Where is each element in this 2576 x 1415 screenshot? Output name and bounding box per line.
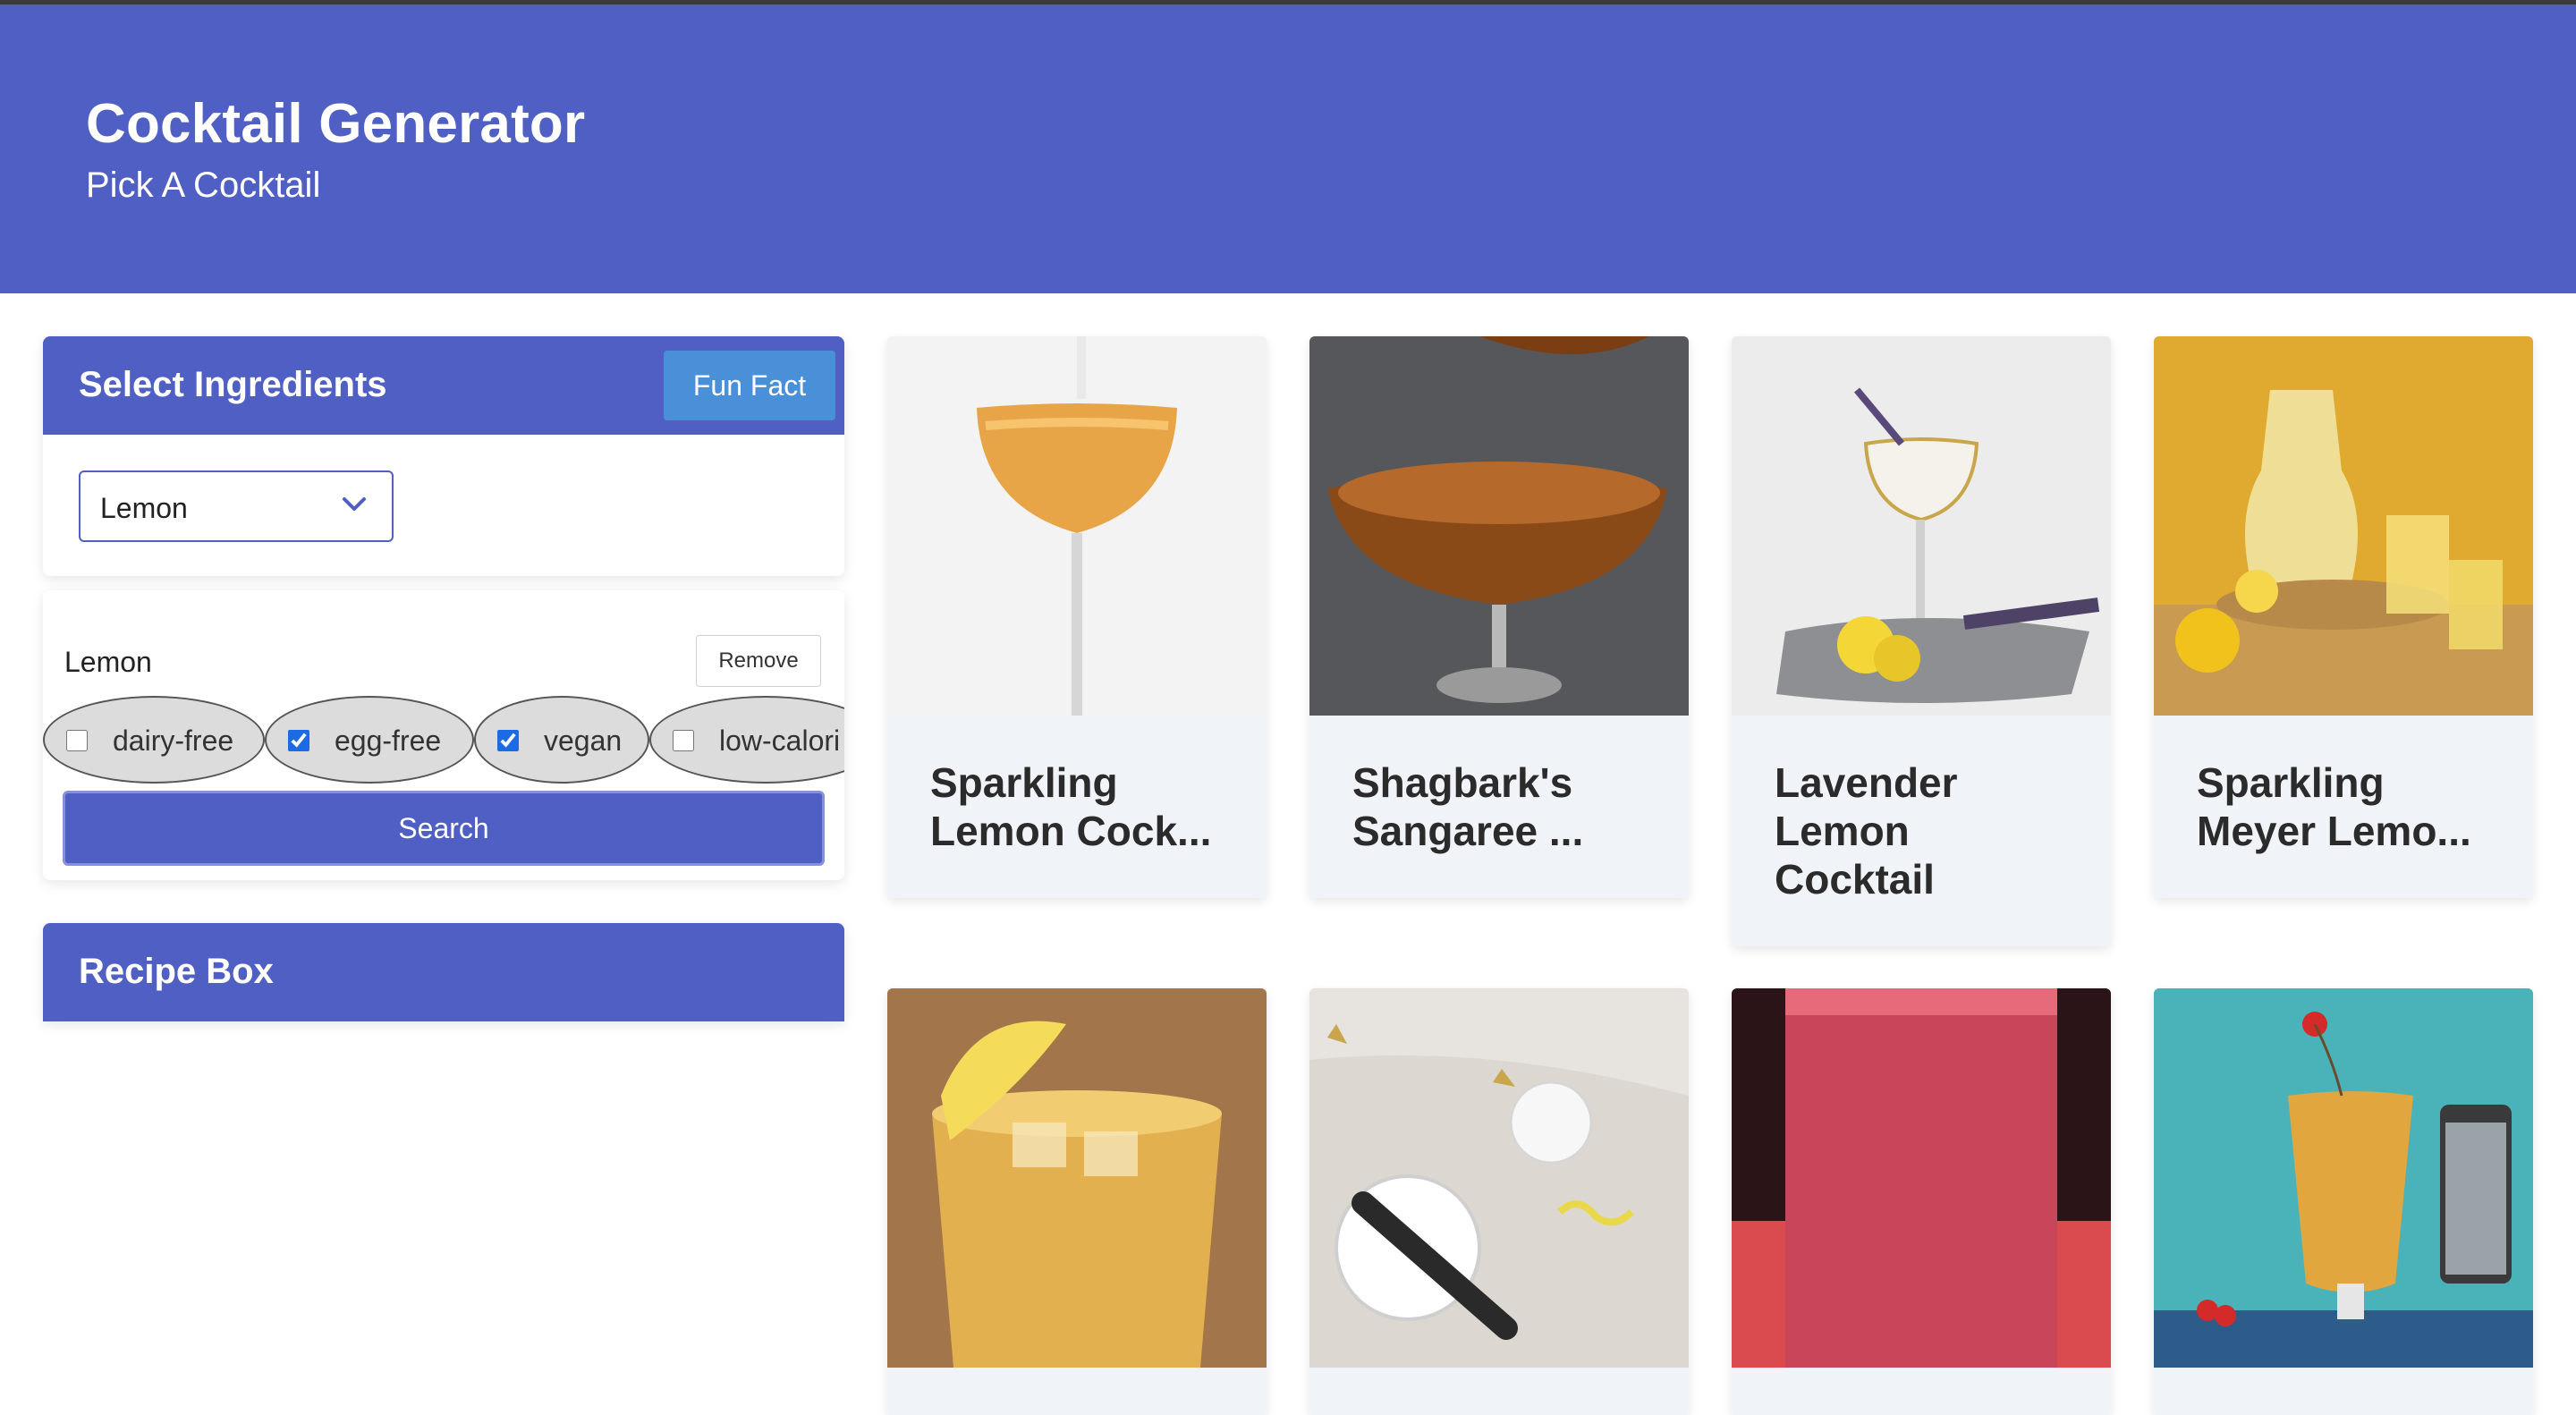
cocktail-photo: [887, 988, 1267, 1368]
selected-ingredient-label: Lemon: [64, 646, 152, 678]
cocktail-photo: [1309, 988, 1689, 1368]
vegan-checkbox[interactable]: [497, 730, 519, 751]
cocktail-photo: [2154, 336, 2533, 716]
cocktail-card-7[interactable]: [1732, 988, 2111, 1415]
cocktail-card-sparkling-lemon[interactable]: Sparkling Lemon Cock...: [887, 336, 1267, 898]
cocktail-name-line: Lavender: [1775, 759, 1958, 806]
fun-fact-button[interactable]: Fun Fact: [664, 351, 835, 420]
chevron-down-icon: [343, 497, 366, 511]
diet-option-dairy-free[interactable]: dairy-free: [43, 696, 265, 784]
diet-option-label: dairy-free: [113, 724, 234, 757]
diet-option-label: vegan: [544, 724, 623, 757]
cocktail-photo: [1309, 336, 1689, 716]
cocktail-name-line: Lemon Cock...: [930, 808, 1212, 854]
cocktail-name-line: Lemon: [1775, 808, 1910, 854]
search-button[interactable]: Search: [63, 791, 825, 866]
cocktail-name-line: Shagbark's: [1352, 759, 1573, 806]
cocktail-name: Sparkling Lemon Cock...: [930, 758, 1234, 855]
ingredient-filter-card: Lemon Remove dairy-free egg-free vegan l…: [43, 590, 844, 880]
select-ingredients-card: Select Ingredients Fun Fact Lemon: [43, 336, 844, 576]
select-ingredients-title: Select Ingredients: [79, 365, 387, 404]
select-ingredients-header: Select Ingredients Fun Fact: [43, 336, 844, 435]
page-subtitle: Pick A Cocktail: [86, 165, 321, 205]
cocktail-photo: [2154, 988, 2533, 1368]
diet-option-vegan[interactable]: vegan: [474, 696, 649, 784]
cocktail-card-5[interactable]: [887, 988, 1267, 1415]
diet-option-low-calorie[interactable]: low-calori: [649, 696, 844, 784]
ingredient-select[interactable]: Lemon: [79, 470, 394, 542]
cocktail-card-6[interactable]: [1309, 988, 1689, 1415]
page-header: Cocktail Generator Pick A Cocktail: [0, 4, 2576, 293]
cocktail-name-line: Sparkling: [930, 759, 1118, 806]
cocktail-card-8[interactable]: [2154, 988, 2533, 1415]
cocktail-name-line: Cocktail: [1775, 856, 1935, 902]
cocktail-card-shagbarks-sangaree[interactable]: Shagbark's Sangaree ...: [1309, 336, 1689, 898]
cocktail-photo: [1732, 336, 2111, 716]
diet-option-egg-free[interactable]: egg-free: [265, 696, 474, 784]
recipe-box: Recipe Box: [43, 923, 844, 1021]
cocktail-name: Sparkling Meyer Lemo...: [2197, 758, 2501, 855]
cocktail-card-lavender-lemon[interactable]: Lavender Lemon Cocktail: [1732, 336, 2111, 946]
ingredient-select-value: Lemon: [100, 492, 188, 524]
egg-free-checkbox[interactable]: [288, 730, 309, 751]
cocktail-name-line: Sparkling: [2197, 759, 2385, 806]
cocktail-name-line: Meyer Lemo...: [2197, 808, 2471, 854]
recipe-box-title: Recipe Box: [79, 952, 274, 991]
cocktail-photo: [887, 336, 1267, 716]
diet-option-label: low-calori: [719, 724, 841, 757]
dairy-free-checkbox[interactable]: [66, 730, 88, 751]
low-calorie-checkbox[interactable]: [673, 730, 694, 751]
page-title: Cocktail Generator: [86, 93, 586, 155]
diet-option-label: egg-free: [335, 724, 442, 757]
cocktail-card-sparkling-meyer-lemon[interactable]: Sparkling Meyer Lemo...: [2154, 336, 2533, 898]
cocktail-name: Shagbark's Sangaree ...: [1352, 758, 1657, 855]
remove-ingredient-button[interactable]: Remove: [696, 635, 821, 687]
cocktail-name: Lavender Lemon Cocktail: [1775, 758, 2079, 903]
cocktail-name-line: Sangaree ...: [1352, 808, 1584, 854]
cocktail-photo: [1732, 988, 2111, 1368]
